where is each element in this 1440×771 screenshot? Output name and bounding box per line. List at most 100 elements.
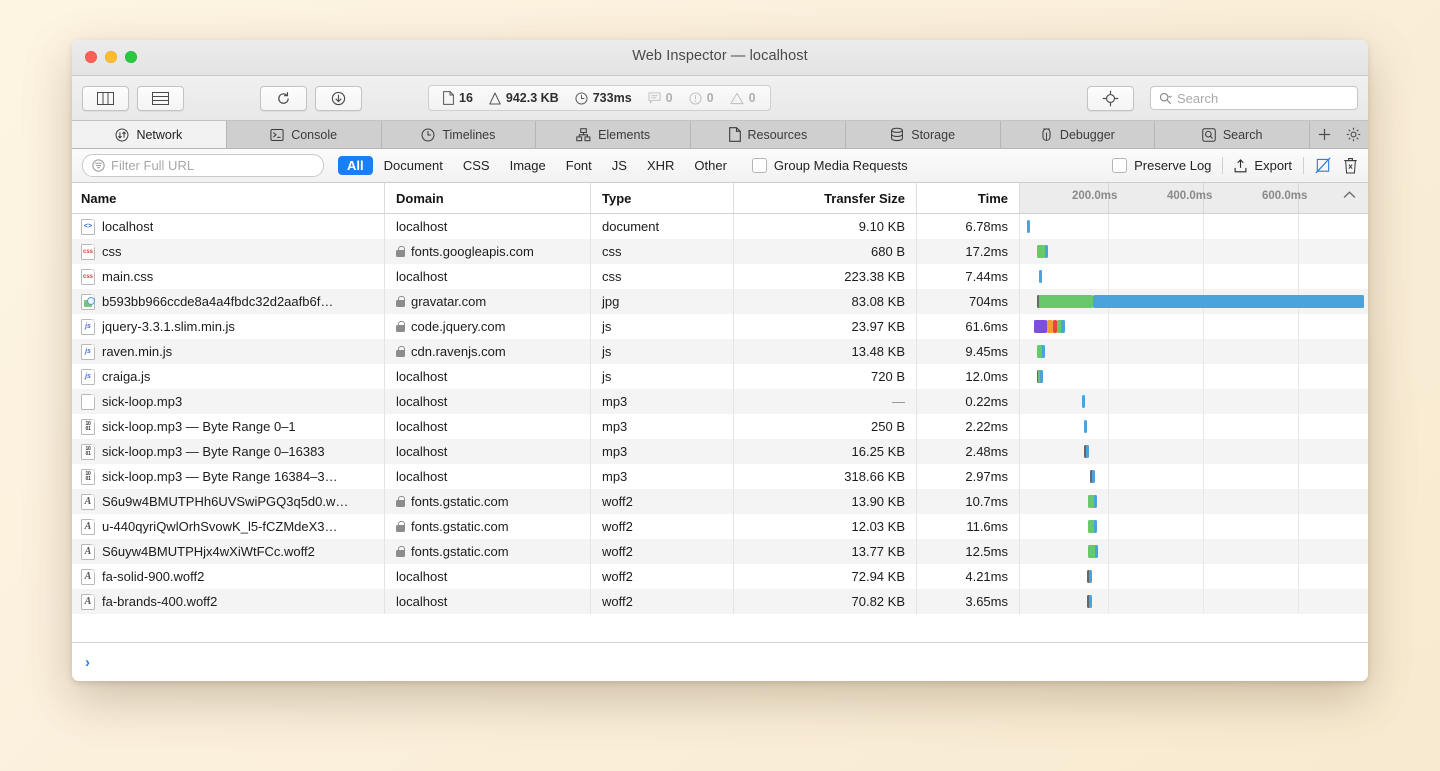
tab-elements[interactable]: Elements xyxy=(536,121,691,148)
filter-pill-js[interactable]: JS xyxy=(603,156,636,175)
toggle-sidebar-bottom-button[interactable] xyxy=(137,85,184,111)
cell-type: css xyxy=(591,264,734,289)
resource-transfer-size: 12.03 KB xyxy=(851,519,906,534)
cell-time: 9.45ms xyxy=(917,339,1020,364)
table-row[interactable]: Afa-brands-400.woff2 localhost woff2 70.82 … xyxy=(72,589,1368,614)
table-row[interactable]: Afa-solid-900.woff2 localhost woff2 72.94 K… xyxy=(72,564,1368,589)
table-row[interactable]: 10 01 sick-loop.mp3 — Byte Range 16384–3… l… xyxy=(72,464,1368,489)
cell-waterfall xyxy=(1020,464,1368,489)
tab-storage[interactable]: Storage xyxy=(845,121,1001,148)
resource-time: 61.6ms xyxy=(965,319,1008,334)
preserve-log-label: Preserve Log xyxy=(1134,158,1212,173)
secure-lock-icon xyxy=(396,521,405,532)
table-row[interactable]: 10 01 sick-loop.mp3 — Byte Range 0–1 localh… xyxy=(72,414,1368,439)
font-file-icon: A xyxy=(81,518,95,535)
error-icon xyxy=(689,91,702,105)
table-row[interactable]: 10 01 sick-loop.mp3 — Byte Range 0–16383 lo… xyxy=(72,439,1368,464)
url-filter-input[interactable]: Filter Full URL xyxy=(82,154,324,177)
search-input[interactable]: Search xyxy=(1150,86,1358,110)
table-row[interactable]: A S6u9w4BMUTPHh6UVSwiPGQ3q5d0.w… fonts.gst… xyxy=(72,489,1368,514)
tab-search[interactable]: Search xyxy=(1155,121,1310,148)
column-header-name[interactable]: Name xyxy=(72,183,385,213)
toggle-sidebar-left-button[interactable] xyxy=(82,85,129,111)
filter-pill-all[interactable]: All xyxy=(338,156,373,175)
column-header-type[interactable]: Type xyxy=(591,183,734,213)
resource-type: jpg xyxy=(602,294,620,309)
cell-domain: fonts.gstatic.com xyxy=(385,489,591,514)
resource-domain: gravatar.com xyxy=(411,294,487,309)
table-row[interactable]: js raven.min.js cdn.ravenjs.com js 13.48 KB 9… xyxy=(72,339,1368,364)
table-row[interactable]: b593bb966ccde8a4a4fbdc32d2aafb6f… gravata… xyxy=(72,289,1368,314)
cell-domain: code.jquery.com xyxy=(385,314,591,339)
resource-time: 6.78ms xyxy=(965,219,1008,234)
cell-domain: fonts.gstatic.com xyxy=(385,514,591,539)
resource-type: mp3 xyxy=(602,394,628,409)
tab-network[interactable]: Network xyxy=(72,121,227,148)
cell-transfer-size: 83.08 KB xyxy=(734,289,917,314)
cell-transfer-size: 23.97 KB xyxy=(734,314,917,339)
filter-pill-other[interactable]: Other xyxy=(685,156,736,175)
add-tab-button[interactable] xyxy=(1310,127,1339,142)
table-row[interactable]: js jquery-3.3.1.slim.min.js code.jquery.co… xyxy=(72,314,1368,339)
tab-console[interactable]: Console xyxy=(226,121,382,148)
table-row[interactable]: Au-440qyriQwlOrhSvowK_l5-fCZMdeX3… fonts.… xyxy=(72,514,1368,539)
tab-console-label: Console xyxy=(291,127,338,142)
column-header-transfer-size[interactable]: Transfer Size xyxy=(734,183,917,213)
clear-network-items-button[interactable] xyxy=(1343,157,1358,174)
secure-lock-icon xyxy=(396,321,405,332)
js-file-icon: js xyxy=(81,318,95,335)
table-row[interactable]: js craiga.js localhost js 720 B 12.0ms xyxy=(72,364,1368,389)
resource-time: 9.45ms xyxy=(965,344,1008,359)
group-media-requests-checkbox[interactable]: Group Media Requests xyxy=(751,158,908,173)
table-row[interactable]: css main.css localhost css 223.38 KB 7.44ms xyxy=(72,264,1368,289)
css-file-icon: css xyxy=(81,268,95,285)
panel-bottom-icon xyxy=(152,91,169,105)
table-row[interactable]: css css fonts.googleapis.com css 680 B 17.2ms xyxy=(72,239,1368,264)
settings-button[interactable] xyxy=(1339,127,1368,142)
tab-debugger-label: Debugger xyxy=(1059,127,1115,142)
filter-pill-document[interactable]: Document xyxy=(375,156,452,175)
inspect-element-button[interactable] xyxy=(1087,85,1134,111)
table-row[interactable]: A S6uyw4BMUTPHjx4wXiWtFCc.woff2 fonts.gsta… xyxy=(72,539,1368,564)
stat-load-time-value: 733ms xyxy=(592,91,632,105)
waterfall-bar-blue xyxy=(1082,395,1085,408)
table-row[interactable]: sick-loop.mp3 localhost mp3 — 0.22ms xyxy=(72,389,1368,414)
export-button[interactable]: Export xyxy=(1234,158,1292,173)
preserve-log-checkbox[interactable]: Preserve Log xyxy=(1112,158,1211,173)
resource-name: sick-loop.mp3 xyxy=(102,394,183,409)
tab-timelines[interactable]: Timelines xyxy=(381,121,537,148)
collapse-waterfall-button[interactable] xyxy=(1343,191,1356,199)
column-header-time[interactable]: Time xyxy=(917,183,1020,213)
tab-resources[interactable]: Resources xyxy=(691,121,846,148)
cell-type: js xyxy=(591,364,734,389)
cell-type: mp3 xyxy=(591,439,734,464)
reload-button[interactable] xyxy=(260,85,307,111)
cell-domain: localhost xyxy=(385,564,591,589)
filter-pill-xhr[interactable]: XHR xyxy=(638,156,683,175)
clock-icon xyxy=(421,128,435,141)
table-row[interactable]: <> localhost localhost document 9.10 KB 6.78m… xyxy=(72,214,1368,239)
column-header-domain[interactable]: Domain xyxy=(385,183,591,213)
resource-transfer-size: 83.08 KB xyxy=(851,294,906,309)
secure-lock-icon xyxy=(396,496,405,507)
resource-domain: code.jquery.com xyxy=(411,319,506,334)
filter-pill-css[interactable]: CSS xyxy=(454,156,499,175)
console-prompt-bar[interactable]: › xyxy=(72,642,1368,681)
waterfall-ruler[interactable]: 200.0ms 400.0ms 600.0ms xyxy=(1020,183,1368,213)
resource-type: js xyxy=(602,319,612,334)
resource-stats-bar: 16 942.3 KB 733ms 0 0 0 xyxy=(428,85,771,111)
filter-pill-font[interactable]: Font xyxy=(557,156,601,175)
tab-debugger[interactable]: Debugger xyxy=(1000,121,1156,148)
filter-pill-image[interactable]: Image xyxy=(501,156,555,175)
resource-time: 12.0ms xyxy=(965,369,1008,384)
resource-name: sick-loop.mp3 — Byte Range 0–1 xyxy=(102,419,296,434)
cell-name: 10 01 sick-loop.mp3 — Byte Range 0–16383 xyxy=(72,439,385,464)
cell-transfer-size: 13.77 KB xyxy=(734,539,917,564)
resource-type: woff2 xyxy=(602,544,633,559)
cell-type: js xyxy=(591,339,734,364)
resource-transfer-size: — xyxy=(892,394,905,409)
inspector-toolbar: 16 942.3 KB 733ms 0 0 0 Search xyxy=(72,76,1368,121)
download-button[interactable] xyxy=(315,85,362,111)
cell-type: mp3 xyxy=(591,414,734,439)
disable-network-button[interactable] xyxy=(1315,157,1331,174)
